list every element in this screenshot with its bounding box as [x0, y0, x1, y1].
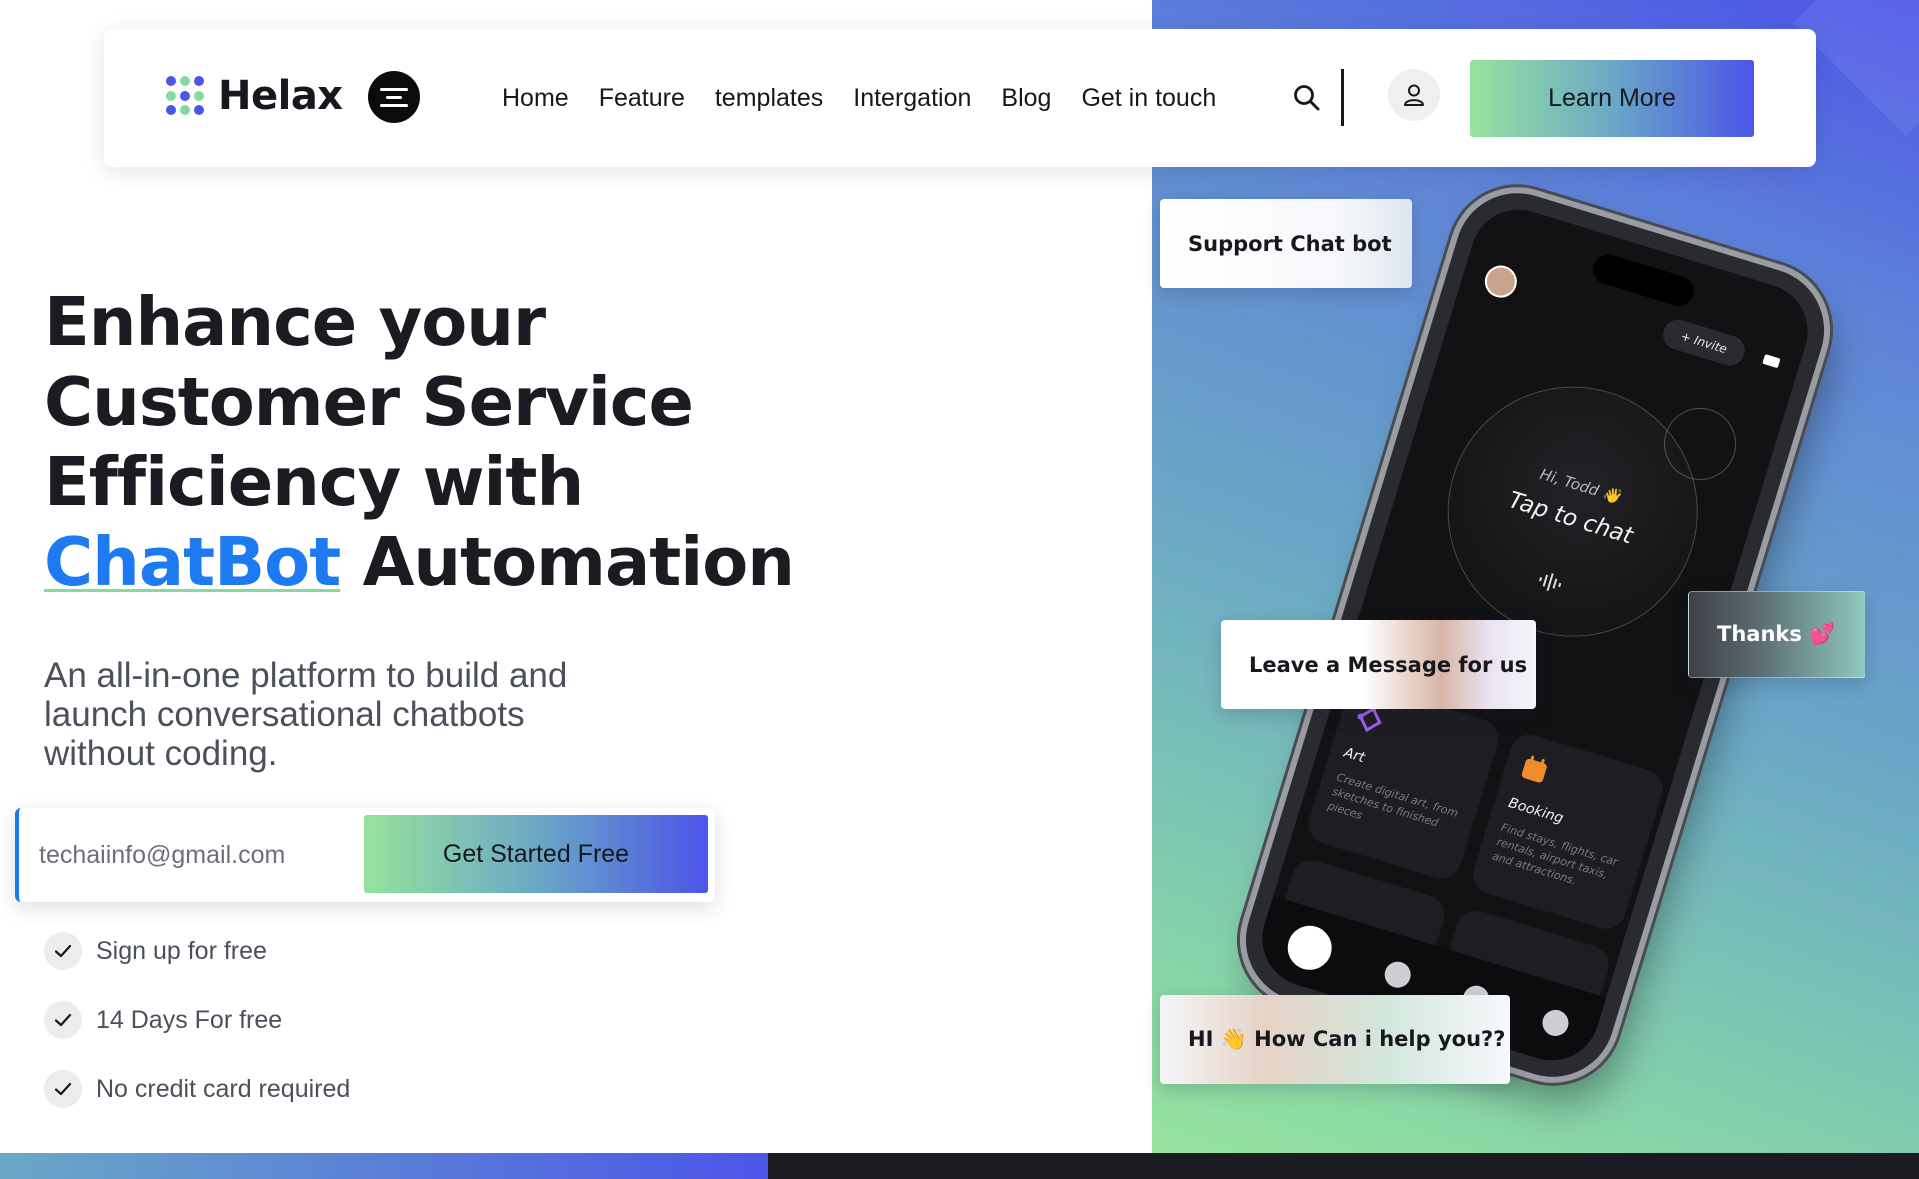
check-icon — [44, 932, 82, 970]
hero-title-line2: Customer Service — [44, 363, 694, 441]
bottom-strip-dark — [768, 1153, 1919, 1179]
feature-text: 14 Days For free — [96, 1005, 283, 1034]
hero-subtitle: An all-in-one platform to build and laun… — [44, 656, 568, 773]
navbar: Helax Home Feature templates Intergation… — [104, 29, 1816, 167]
nav-link-home[interactable]: Home — [502, 84, 569, 113]
avatar — [1480, 261, 1521, 302]
nav-link-templates[interactable]: templates — [715, 84, 823, 113]
brand-logo[interactable]: Helax — [166, 73, 343, 119]
feature-list: Sign up for free 14 Days For free No cre… — [44, 932, 350, 1139]
get-started-button[interactable]: Get Started Free — [364, 815, 708, 893]
check-icon — [44, 1070, 82, 1108]
nav-links: Home Feature templates Intergation Blog … — [502, 29, 1216, 167]
nav-divider — [1341, 69, 1344, 126]
hero-title: Enhance your Customer Service Efficiency… — [44, 282, 864, 602]
invite-button: + Invite — [1659, 315, 1749, 370]
chat-card-leave-message: Leave a Message for us — [1221, 620, 1536, 709]
feature-item: No credit card required — [44, 1070, 350, 1108]
hamburger-menu-icon[interactable] — [368, 71, 420, 123]
feature-text: Sign up for free — [96, 936, 267, 965]
app-card-booking: Booking Find stays, flights, car rentals… — [1468, 729, 1668, 934]
signup-form: Get Started Free — [15, 808, 715, 902]
nav-link-contact[interactable]: Get in touch — [1081, 84, 1216, 113]
email-input[interactable] — [39, 826, 359, 884]
chat-card-support: Support Chat bot — [1160, 199, 1412, 288]
feature-item: 14 Days For free — [44, 1001, 350, 1039]
brand-name: Helax — [218, 73, 343, 119]
app-card-art: Art Create digital art, from sketches to… — [1303, 679, 1504, 884]
feature-item: Sign up for free — [44, 932, 350, 970]
nav-link-blog[interactable]: Blog — [1001, 84, 1051, 113]
nav-link-integration[interactable]: Intergation — [853, 84, 971, 113]
logo-dots-icon — [166, 76, 206, 116]
nav-link-feature[interactable]: Feature — [599, 84, 685, 113]
user-icon[interactable] — [1388, 69, 1440, 121]
bottom-strip-gradient — [0, 1153, 768, 1179]
decorative-orb — [1655, 398, 1746, 489]
feature-text: No credit card required — [96, 1074, 351, 1103]
calendar-icon — [1521, 755, 1547, 783]
chat-card-greeting: HI 👋 How Can i help you?? — [1160, 995, 1510, 1084]
check-icon — [44, 1001, 82, 1039]
phone-menu-icon — [1762, 354, 1781, 369]
hero-title-end: Automation — [362, 523, 795, 601]
voice-wave-icon — [1539, 573, 1562, 592]
chat-card-thanks: Thanks 💕 — [1688, 591, 1866, 678]
home-tab-icon — [1282, 920, 1338, 976]
search-icon[interactable] — [1292, 83, 1322, 113]
learn-more-button[interactable]: Learn More — [1470, 60, 1754, 137]
hero-title-line3: Efficiency with — [44, 443, 584, 521]
hero-title-line1: Enhance your — [44, 283, 546, 361]
hero-title-accent: ChatBot — [44, 523, 341, 601]
dynamic-island — [1589, 250, 1698, 310]
chat-tab-icon — [1381, 958, 1414, 991]
settings-tab-icon — [1539, 1006, 1572, 1040]
